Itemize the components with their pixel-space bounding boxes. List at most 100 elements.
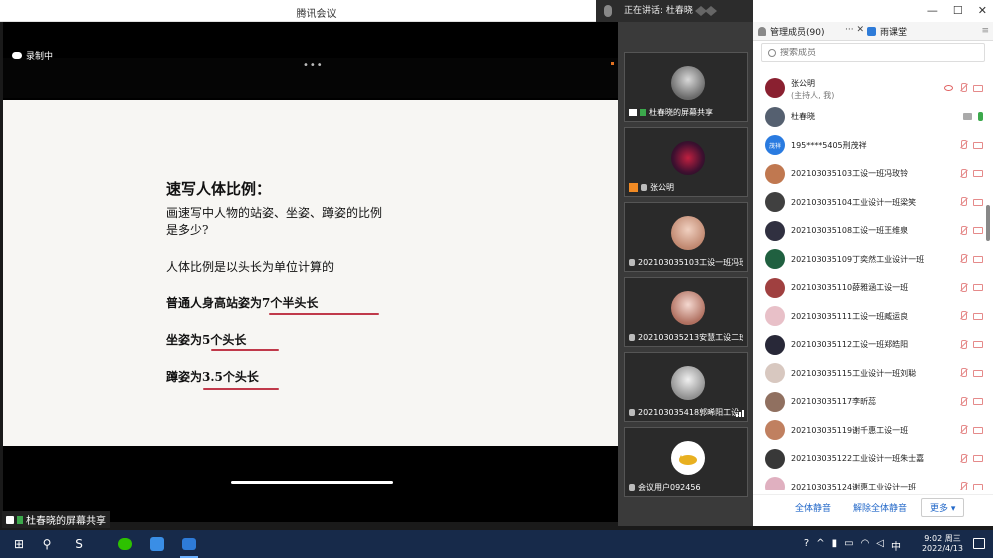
video-tile[interactable]: 杜春晓的屏幕共享 [624, 52, 748, 122]
search-input[interactable] [780, 47, 970, 58]
member-row[interactable]: 202103035112工设一班郑皓阳 [753, 331, 985, 360]
windows-start-icon[interactable]: ⊞ [10, 535, 28, 553]
member-row[interactable]: 202103035111工设一班臧运良 [753, 302, 985, 331]
avatar [765, 192, 785, 213]
battery-icon[interactable]: ▭ [844, 538, 853, 553]
search-icon[interactable]: ⚲ [38, 535, 56, 553]
close-button[interactable]: ✕ [978, 4, 987, 17]
video-tile[interactable]: 202103035103工设一班冯玫铃 [624, 202, 748, 272]
camera-off-icon[interactable] [973, 455, 983, 463]
mic-off-icon[interactable] [959, 168, 967, 179]
minimize-button[interactable]: — [927, 4, 938, 17]
member-row[interactable]: 202103035108工设一班王维泉 [753, 217, 985, 246]
member-row[interactable]: 202103035104工业设计一班梁笑 [753, 188, 985, 217]
member-row[interactable]: 202103035109丁奕然工业设计一班 [753, 245, 985, 274]
member-row[interactable]: 202103035122工业设计一班朱士嘉 [753, 445, 985, 474]
camera-off-icon[interactable] [973, 170, 983, 178]
ime-indicator[interactable]: 中 [891, 538, 901, 553]
search-icon [768, 48, 776, 57]
camera-off-icon[interactable] [973, 483, 983, 490]
camera-off-icon[interactable] [973, 227, 983, 235]
member-row[interactable]: 杜春晓 [753, 103, 985, 132]
screen-share-icon[interactable] [963, 113, 972, 121]
member-row[interactable]: 202103035103工设一班冯玫铃 [753, 160, 985, 189]
app-icon[interactable] [148, 535, 166, 553]
window-controls: — ☐ ✕ [927, 4, 987, 17]
shared-screen-view[interactable]: ••• 速写人体比例： 画速写中人物的站姿、坐姿、蹲姿的比例 是多少? 人体比例… [3, 22, 618, 522]
video-tile[interactable]: 会议用户092456 [624, 427, 748, 497]
member-row[interactable]: 茂祥 195****5405刑茂祥 [753, 131, 985, 160]
camera-off-icon[interactable] [973, 255, 983, 263]
member-row[interactable]: 202103035119谢千惠工设一班 [753, 416, 985, 445]
member-row[interactable]: 202103035124谢惠工业设计一班 [753, 473, 985, 490]
mic-off-icon[interactable] [959, 254, 967, 264]
mute-all-button[interactable]: 全体静音 [795, 501, 831, 514]
video-tile[interactable]: 202103035213安慧工设二班 [624, 277, 748, 347]
mic-icon[interactable]: ▮ [832, 538, 838, 553]
more-dots-icon[interactable]: ••• [303, 60, 324, 71]
mic-off-icon[interactable] [959, 368, 967, 378]
mic-off-icon[interactable] [959, 311, 967, 321]
tencent-meeting-taskbar-icon[interactable] [180, 535, 198, 558]
member-name: 202103035112工设一班郑皓阳 [791, 340, 909, 350]
volume-icon[interactable]: ◁ [876, 538, 884, 553]
camera-off-icon[interactable] [973, 141, 983, 149]
video-tile[interactable]: 202103035418郭晞阳工设... [624, 352, 748, 422]
taskbar: ⊞ ⚲ S ? ^ ▮ ▭ ◠ ◁ 中 9:02 周三 2022/4/13 [0, 530, 993, 558]
mic-off-icon[interactable] [959, 140, 967, 150]
view-icon[interactable] [944, 85, 953, 92]
camera-off-icon[interactable] [973, 341, 983, 349]
mic-icon [17, 515, 23, 524]
member-row[interactable]: 202103035110薛雅涵工设一班 [753, 274, 985, 303]
member-name: 202103035110薛雅涵工设一班 [791, 283, 909, 293]
mic-off-icon[interactable] [959, 425, 967, 435]
member-name: 202103035115工业设计一班刘聪 [791, 368, 917, 378]
avatar [765, 277, 785, 298]
tab-members[interactable]: 管理成员(90) [758, 25, 824, 38]
camera-off-icon[interactable] [973, 198, 983, 206]
tab-more-close[interactable]: ··· ✕ [845, 25, 864, 35]
tab-rainclass[interactable]: 雨课堂 [867, 25, 907, 38]
more-button[interactable]: 更多 ▾ [921, 498, 965, 517]
clock[interactable]: 9:02 周三 2022/4/13 [922, 534, 963, 554]
mic-on-icon[interactable] [978, 112, 983, 122]
member-search[interactable] [761, 43, 985, 62]
help-icon[interactable]: ? [804, 538, 809, 553]
member-name: 张公明 [791, 79, 815, 88]
camera-off-icon[interactable] [973, 398, 983, 406]
camera-off-icon[interactable] [973, 426, 983, 434]
menu-icon[interactable]: ≡ [981, 26, 989, 36]
unmute-all-button[interactable]: 解除全体静音 [853, 501, 907, 514]
mic-off-icon[interactable] [959, 282, 967, 293]
member-name: 202103035119谢千惠工设一班 [791, 425, 909, 435]
wifi-icon[interactable]: ◠ [861, 538, 870, 553]
scrollbar[interactable] [986, 205, 990, 241]
mic-off-icon[interactable] [959, 339, 967, 350]
maximize-button[interactable]: ☐ [953, 4, 963, 17]
member-name: 202103035103工设一班冯玫铃 [791, 169, 909, 179]
camera-off-icon[interactable] [973, 312, 983, 320]
mic-off-icon[interactable] [959, 482, 967, 490]
share-label-text: 杜春晓的屏幕共享 [26, 516, 106, 527]
panel-tabs: 管理成员(90) ··· ✕ 雨课堂 ≡ [753, 22, 993, 41]
wechat-icon[interactable] [116, 535, 134, 553]
slide-line: 是多少? [166, 223, 209, 237]
avatar [765, 477, 785, 490]
mic-off-icon[interactable] [959, 197, 967, 207]
camera-off-icon[interactable] [973, 284, 983, 292]
member-row[interactable]: 张公明 (主持人, 我) [753, 74, 985, 103]
camera-off-icon[interactable] [973, 84, 983, 92]
mic-off-icon[interactable] [959, 453, 967, 464]
mic-off-icon[interactable] [959, 396, 967, 407]
member-row[interactable]: 202103035115工业设计一班刘聪 [753, 359, 985, 388]
mic-off-icon[interactable] [959, 225, 967, 236]
tile-name: 202103035213安慧工设二班 [638, 333, 743, 342]
chevron-up-icon[interactable]: ^ [816, 538, 824, 553]
member-row[interactable]: 202103035117李昕蕊 [753, 388, 985, 417]
avatar [765, 106, 785, 127]
mic-off-icon[interactable] [959, 83, 967, 93]
video-tile[interactable]: 张公明 [624, 127, 748, 197]
camera-off-icon[interactable] [973, 369, 983, 377]
app-icon[interactable]: S [70, 535, 88, 553]
notification-icon[interactable] [973, 538, 985, 549]
